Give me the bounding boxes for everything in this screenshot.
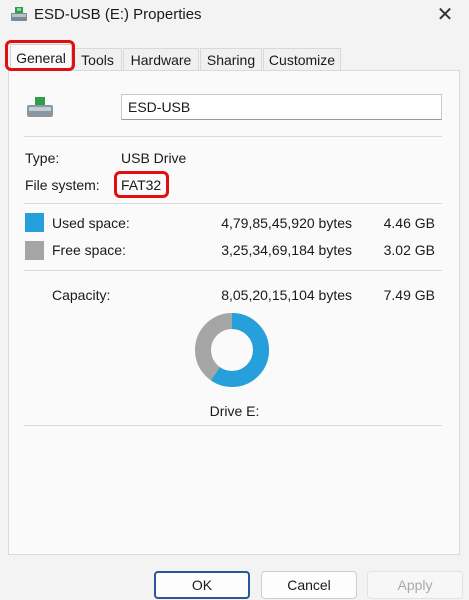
tab-highlight-box bbox=[5, 40, 75, 71]
ok-button[interactable]: OK bbox=[154, 571, 250, 599]
usb-drive-icon bbox=[11, 7, 27, 21]
fs-highlight-box bbox=[114, 171, 169, 198]
divider bbox=[24, 136, 442, 137]
divider bbox=[24, 270, 442, 271]
apply-button[interactable]: Apply bbox=[367, 571, 463, 599]
divider bbox=[24, 203, 442, 204]
used-space-bytes: 4,79,85,45,920 bytes bbox=[221, 215, 352, 231]
free-space-size: 3.02 GB bbox=[383, 242, 435, 258]
type-label: Type: bbox=[25, 150, 60, 166]
tab-tools[interactable]: Tools bbox=[73, 48, 122, 70]
free-space-bytes: 3,25,34,69,184 bytes bbox=[221, 242, 352, 258]
tab-sharing[interactable]: Sharing bbox=[200, 48, 262, 70]
used-space-swatch bbox=[25, 213, 44, 232]
capacity-bytes: 8,05,20,15,104 bytes bbox=[221, 287, 352, 303]
usage-donut-chart bbox=[195, 313, 269, 387]
volume-name-input[interactable] bbox=[121, 94, 442, 120]
used-space-size: 4.46 GB bbox=[383, 215, 435, 231]
drive-label: Drive E: bbox=[209, 403, 260, 419]
capacity-label: Capacity: bbox=[52, 287, 111, 303]
divider bbox=[24, 425, 442, 426]
tab-hardware[interactable]: Hardware bbox=[123, 48, 199, 70]
tab-customize[interactable]: Customize bbox=[263, 48, 341, 70]
window-title: ESD-USB (E:) Properties bbox=[34, 6, 202, 23]
drive-large-icon bbox=[27, 97, 53, 117]
free-space-swatch bbox=[25, 241, 44, 260]
cancel-button[interactable]: Cancel bbox=[261, 571, 357, 599]
close-icon[interactable]: ✕ bbox=[431, 2, 459, 28]
file-system-label: File system: bbox=[25, 177, 100, 193]
capacity-size: 7.49 GB bbox=[383, 287, 435, 303]
title-bar: ESD-USB (E:) Properties ✕ bbox=[0, 0, 469, 32]
free-space-label: Free space: bbox=[52, 242, 126, 258]
type-value: USB Drive bbox=[121, 150, 187, 166]
used-space-label: Used space: bbox=[52, 215, 130, 231]
